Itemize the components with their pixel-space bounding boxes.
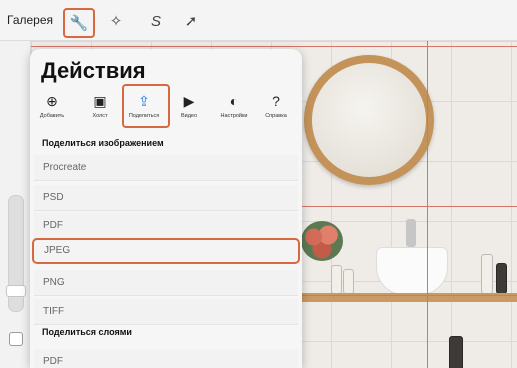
export-pdf[interactable]: PDF [34, 213, 298, 239]
bottle [331, 265, 342, 294]
canvas-icon: ▣ [93, 93, 107, 109]
faucet [406, 219, 416, 247]
bottle [449, 336, 463, 368]
export-psd[interactable]: PSD [34, 185, 298, 211]
selection-icon[interactable]: S [143, 9, 169, 33]
help-icon: ? [272, 93, 280, 109]
guide-line [31, 46, 517, 47]
play-icon: ▶ [183, 93, 195, 109]
guide-line [427, 41, 428, 368]
flowers [301, 221, 343, 261]
bottle [481, 254, 493, 294]
round-mirror [304, 55, 434, 185]
share-tab-highlight [122, 84, 170, 128]
share-layers-heading: Поделиться слоями [42, 327, 132, 337]
tab-video[interactable]: ▶ Видео [169, 89, 209, 119]
arrow-icon[interactable]: ➚ [178, 9, 204, 33]
export-procreate[interactable]: Procreate [34, 155, 298, 181]
tab-help[interactable]: ? Справка [256, 89, 296, 119]
export-layers-pdf[interactable]: PDF [34, 349, 298, 368]
magic-wand-icon[interactable]: ✧ [103, 9, 129, 33]
export-jpeg[interactable]: JPEG [32, 238, 300, 264]
top-toolbar: Галерея 🔧 ✧ S ➚ [0, 0, 517, 41]
actions-title: Действия [41, 58, 146, 83]
export-tiff[interactable]: TIFF [34, 299, 298, 325]
slider-thumb[interactable] [6, 285, 26, 297]
share-image-heading: Поделиться изображением [42, 138, 164, 148]
bottle [343, 269, 354, 294]
tab-canvas[interactable]: ▣ Холст [80, 89, 120, 119]
export-png[interactable]: PNG [34, 270, 298, 296]
sink [376, 247, 448, 295]
tab-settings[interactable]: ◐ Настройки [214, 89, 254, 119]
tab-add[interactable]: ⊕ Добавить [32, 89, 72, 119]
actions-tabs: ⊕ Добавить ▣ Холст ⇪ Поделиться ▶ Видео … [30, 84, 302, 129]
toggle-icon: ◐ [229, 93, 239, 109]
add-icon: ⊕ [46, 93, 58, 109]
modify-button[interactable] [9, 332, 23, 346]
bottle [496, 263, 507, 294]
wrench-icon[interactable]: 🔧 [63, 8, 95, 38]
actions-popover: Действия ⊕ Добавить ▣ Холст ⇪ Поделиться… [30, 49, 302, 368]
gallery-button[interactable]: Галерея [7, 13, 53, 27]
